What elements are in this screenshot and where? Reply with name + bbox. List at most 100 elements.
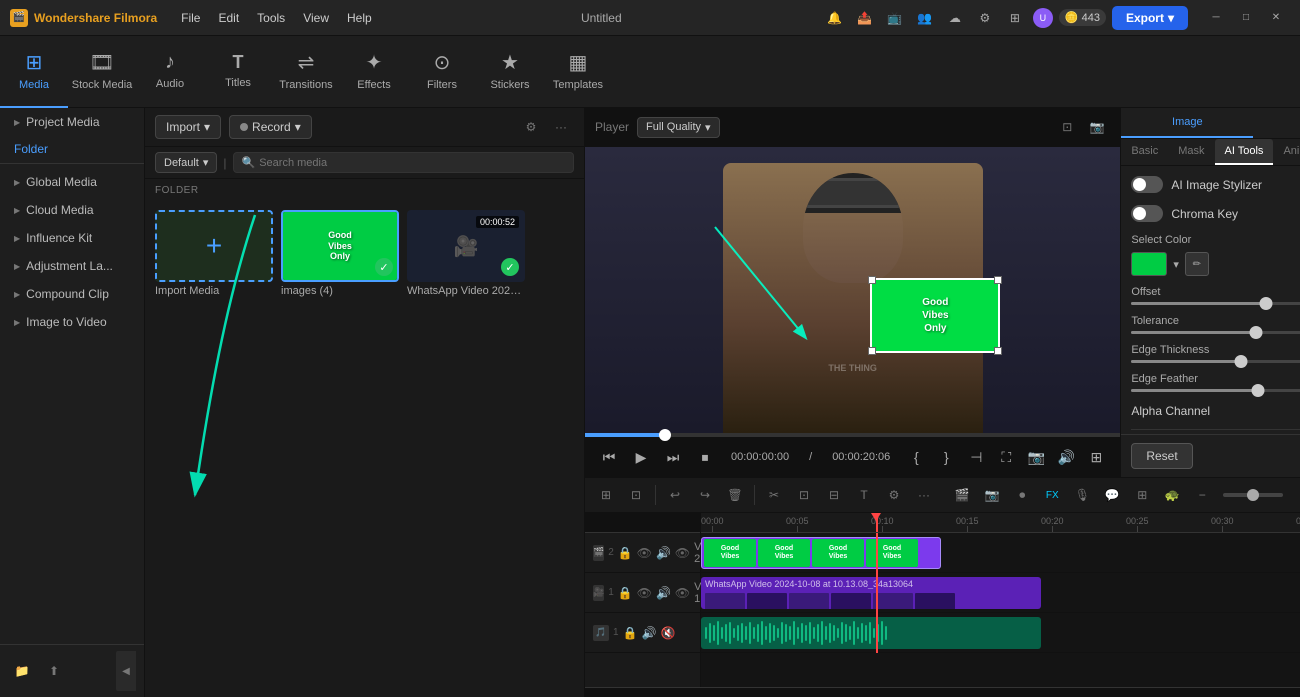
title-button[interactable]: T: [851, 482, 877, 508]
ai-image-stylizer-toggle[interactable]: [1131, 176, 1163, 193]
community-icon[interactable]: 👥: [913, 6, 937, 30]
video1-mute-icon[interactable]: 👁: [675, 586, 690, 600]
corner-handle-bl[interactable]: [868, 347, 876, 355]
skip-forward-button[interactable]: ⏭: [659, 443, 687, 471]
edge-feather-slider-handle[interactable]: [1252, 384, 1265, 397]
snapshot-icon[interactable]: 📷: [1084, 114, 1110, 140]
dual-view-icon[interactable]: ⊡: [1054, 114, 1080, 140]
split-button[interactable]: ⊣: [962, 443, 990, 471]
reset-button[interactable]: Reset: [1131, 443, 1192, 469]
crop-button[interactable]: ⊡: [791, 482, 817, 508]
offset-slider-track[interactable]: ↺: [1131, 302, 1300, 305]
settings-icon[interactable]: ⚙: [973, 6, 997, 30]
play-button[interactable]: ▶: [627, 443, 655, 471]
record-button[interactable]: Record ▾: [229, 115, 312, 139]
subtab-basic[interactable]: Basic: [1121, 139, 1168, 165]
export-button[interactable]: Export ▾: [1112, 6, 1188, 30]
toolbar-media[interactable]: ⊞ Media: [0, 36, 68, 108]
sidebar-item-folder[interactable]: Folder: [0, 136, 144, 159]
speed-button[interactable]: 🐢: [1159, 482, 1185, 508]
toolbar-stickers[interactable]: ★ Stickers: [476, 36, 544, 108]
quality-dropdown[interactable]: Full Quality ▾: [637, 117, 720, 138]
mark-in-button[interactable]: {: [902, 443, 930, 471]
new-folder-icon[interactable]: 📁: [8, 657, 36, 685]
timeline-icon-2[interactable]: ⊡: [623, 482, 649, 508]
edge-thickness-slider-handle[interactable]: [1235, 355, 1248, 368]
menu-view[interactable]: View: [295, 7, 337, 29]
timeline-scrollbar[interactable]: [585, 687, 1300, 697]
maximize-button[interactable]: □: [1232, 6, 1260, 30]
sidebar-item-adjustment-layers[interactable]: ▶ Adjustment La...: [0, 252, 144, 280]
subtab-mask[interactable]: Mask: [1168, 139, 1214, 165]
import-thumb[interactable]: +: [155, 210, 273, 282]
media-images-item[interactable]: GoodVibesOnly ✓ images (4): [281, 210, 399, 297]
video1-vol-icon[interactable]: 🔊: [656, 586, 671, 600]
grid-icon[interactable]: ⊞: [1003, 6, 1027, 30]
color-swatch[interactable]: [1131, 252, 1167, 276]
audio1-mute-icon[interactable]: 🔇: [660, 626, 675, 640]
undo-button[interactable]: ↩: [662, 482, 688, 508]
vol-up-button[interactable]: +: [1291, 482, 1300, 508]
stop-button[interactable]: ⏹: [691, 443, 719, 471]
sort-dropdown[interactable]: Default ▾: [155, 152, 217, 173]
media-import-item[interactable]: + Import Media: [155, 210, 273, 297]
video2-vol-icon[interactable]: 🔊: [656, 546, 671, 560]
video2-mute-icon[interactable]: 👁: [675, 546, 690, 560]
collapse-panel-button[interactable]: ◀: [116, 651, 136, 691]
toolbar-transitions[interactable]: ⇌ Transitions: [272, 36, 340, 108]
zoom-slider-track[interactable]: [1223, 493, 1283, 497]
split-timeline-button[interactable]: ✂: [761, 482, 787, 508]
sidebar-item-global-media[interactable]: ▶ Global Media: [0, 168, 144, 196]
user-avatar[interactable]: U: [1033, 8, 1053, 28]
copy-button[interactable]: ⊟: [821, 482, 847, 508]
pip-button[interactable]: ⊞: [1082, 443, 1110, 471]
toolbar-audio[interactable]: ♪ Audio: [136, 36, 204, 108]
toolbar-filters[interactable]: ⊙ Filters: [408, 36, 476, 108]
audio-clip-1[interactable]: [701, 617, 1041, 649]
video-clip-vibes[interactable]: GoodVibes GoodVibes GoodVibes GoodVibes: [701, 537, 941, 569]
close-button[interactable]: ✕: [1262, 6, 1290, 30]
color-picker-button[interactable]: ✏: [1185, 252, 1209, 276]
corner-handle-tl[interactable]: [868, 276, 876, 284]
more-timeline-button[interactable]: ···: [911, 482, 937, 508]
video1-eye-icon[interactable]: 👁: [637, 586, 652, 600]
sidebar-item-project-media[interactable]: ▶ Project Media: [0, 108, 144, 136]
toolbar-titles[interactable]: T Titles: [204, 36, 272, 108]
toolbar-stock-media[interactable]: 🎞 Stock Media: [68, 36, 136, 108]
toolbar-templates[interactable]: ▦ Templates: [544, 36, 612, 108]
snapshot-ctrl-button[interactable]: 📷: [1022, 443, 1050, 471]
add-track-button[interactable]: 🎬: [949, 482, 975, 508]
camera-button[interactable]: 📷: [979, 482, 1005, 508]
extra-button-1[interactable]: ⊞: [1129, 482, 1155, 508]
effects-timeline-button[interactable]: ⚙: [881, 482, 907, 508]
subtitle-button[interactable]: 💬: [1099, 482, 1125, 508]
zoom-slider-handle[interactable]: [1247, 489, 1259, 501]
tab-image[interactable]: Image: [1121, 108, 1253, 138]
chroma-key-toggle[interactable]: [1131, 205, 1163, 222]
edge-feather-slider-track[interactable]: ↺: [1131, 389, 1300, 392]
skip-back-button[interactable]: ⏮: [595, 443, 623, 471]
overlay-green-box[interactable]: GoodVibesOnly: [870, 278, 1000, 353]
tab-color[interactable]: Color: [1253, 108, 1300, 138]
offset-slider-handle[interactable]: [1259, 297, 1272, 310]
menu-help[interactable]: Help: [339, 7, 380, 29]
redo-button[interactable]: ↪: [692, 482, 718, 508]
notification-icon[interactable]: 🔔: [823, 6, 847, 30]
menu-tools[interactable]: Tools: [249, 7, 293, 29]
share-icon[interactable]: 📤: [853, 6, 877, 30]
import-button[interactable]: Import ▾: [155, 115, 221, 139]
fullscreen-button[interactable]: ⛶: [992, 443, 1020, 471]
media-video-item[interactable]: 🎥 00:00:52 ✓ WhatsApp Video 2024-...: [407, 210, 525, 297]
timeline-thumb[interactable]: [659, 429, 671, 441]
menu-edit[interactable]: Edit: [210, 7, 247, 29]
video2-lock-icon[interactable]: 🔒: [618, 546, 633, 560]
audio1-lock-icon[interactable]: 🔒: [623, 626, 638, 640]
video2-eye-icon[interactable]: 👁: [637, 546, 652, 560]
more-options-icon[interactable]: ···: [548, 114, 574, 140]
toolbar-effects[interactable]: ✦ Effects: [340, 36, 408, 108]
video-thumb[interactable]: 🎥 00:00:52 ✓: [407, 210, 525, 282]
tolerance-slider-track[interactable]: ↺: [1131, 331, 1300, 334]
sidebar-item-influence-kit[interactable]: ▶ Influence Kit: [0, 224, 144, 252]
sidebar-item-cloud-media[interactable]: ▶ Cloud Media: [0, 196, 144, 224]
mark-out-button[interactable]: }: [932, 443, 960, 471]
